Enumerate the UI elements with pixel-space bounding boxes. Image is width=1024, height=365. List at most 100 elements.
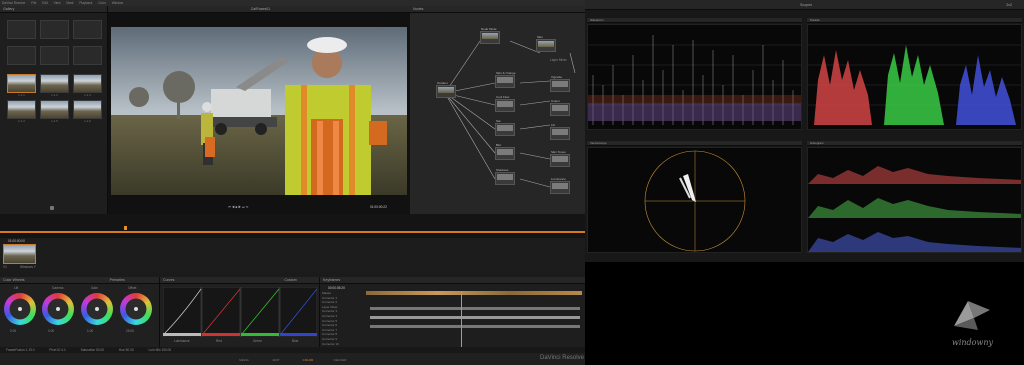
timeline-name[interactable]: CalRoses01 — [251, 7, 271, 11]
layer-mixer-label: Layer Mixer — [550, 58, 567, 62]
vectorscope-graph — [587, 147, 802, 253]
track-label[interactable]: Corrector 10 — [322, 342, 366, 347]
scopes-title: Scopes — [800, 3, 812, 7]
menu-view[interactable]: View — [54, 1, 61, 5]
menu-mark[interactable]: Mark — [66, 1, 73, 5]
node-label: Lift — [551, 123, 556, 127]
gallery-still[interactable]: 1.1.3 — [73, 74, 102, 97]
waveform-scope: Waveform — [587, 18, 802, 133]
menu-color[interactable]: Color — [98, 1, 106, 5]
gallery-empty-slot[interactable] — [7, 46, 36, 65]
node-label: Node Mode — [481, 27, 497, 31]
waveform-graph — [587, 24, 802, 130]
gallery-empty-slot[interactable] — [73, 20, 102, 39]
menu-file[interactable]: File — [31, 1, 36, 5]
node-skin-orange[interactable]: Skin & Orange — [495, 71, 516, 88]
viewer-header: CalRoses01 — [108, 6, 410, 13]
tab-color[interactable]: COLOR — [298, 358, 318, 362]
keyframe-track-bar[interactable] — [370, 307, 580, 310]
node-outdoor[interactable]: Outdoor — [436, 81, 456, 98]
still-label: 1.1.4 — [18, 119, 25, 123]
status-item: FrameFusion 1.19.0 — [6, 348, 35, 352]
tab-edit[interactable]: EDIT — [266, 358, 286, 362]
node-label: Outdoor — [437, 81, 448, 85]
gain-wheel[interactable] — [81, 293, 113, 325]
keyframe-track-list: Master Corrector 1 Corrector 2 Layer Mix… — [322, 291, 366, 347]
node-label: Vignette — [551, 75, 562, 79]
gallery-still[interactable]: 1.1.4 — [7, 100, 36, 123]
viewer-timecode: 01:00:00:22 — [370, 205, 387, 209]
node-editor-panel: Nodes Outdoor Node Mode Skin & Orange Co… — [410, 6, 585, 214]
menu-app[interactable]: DaVinci Resolve — [2, 1, 25, 5]
viewer-panel: CalRoses01 ⏮ ◀ ■ ▶ ⏭ ⟲ 01:00:00:22 — [108, 6, 410, 214]
gamma-wheel[interactable] — [42, 293, 74, 325]
menu-edit[interactable]: Edit — [42, 1, 48, 5]
keyframes-timecode: 00:00:05:20 — [328, 286, 345, 290]
playhead[interactable] — [124, 226, 127, 230]
watermark-logo: windowny — [946, 296, 1006, 356]
curves-mode[interactable]: Custom — [284, 278, 296, 282]
gallery-empty-slot[interactable] — [40, 46, 69, 65]
timeline-ruler[interactable] — [0, 214, 585, 238]
curves-graph[interactable] — [163, 287, 317, 337]
node-label: Sat — [496, 119, 501, 123]
scopes-layout[interactable]: 2x2 — [1006, 0, 1012, 10]
gallery-view-icon[interactable] — [50, 206, 58, 210]
page-bar: MEDIA EDIT COLOR DELIVER DaVinci Resolve — [0, 353, 585, 365]
scopes-window: Scopes 2x2 Waveform Parade Vectorscope H… — [585, 0, 1024, 262]
node-colour[interactable]: Colour — [550, 99, 570, 116]
clip-strip: 01:00:00:00 V1 Windows Y — [0, 238, 585, 272]
gallery-still[interactable]: 1.1.6 — [73, 100, 102, 123]
status-item: Pixel ID 4.1 — [49, 348, 66, 352]
curve-channel-red: Red — [216, 339, 222, 343]
parade-scope: Parade — [807, 18, 1022, 133]
gallery-empty-slot[interactable] — [73, 46, 102, 65]
viewer-frame[interactable] — [111, 27, 407, 195]
clip-track-label: V1 — [3, 265, 7, 269]
node-lift[interactable]: Lift — [550, 123, 570, 140]
resolve-brand: DaVinci Resolve — [540, 355, 584, 361]
node-skin-tones[interactable]: Skin Tones — [550, 150, 570, 167]
offset-wheel[interactable] — [120, 293, 152, 325]
tab-deliver[interactable]: DELIVER — [330, 358, 350, 362]
keyframe-master-bar[interactable] — [366, 291, 582, 295]
gain-value[interactable]: 1.00 — [87, 329, 93, 333]
vectorscope-label: Vectorscope — [587, 141, 802, 146]
lift-value[interactable]: 0.00 — [10, 329, 16, 333]
still-label: 1.1.2 — [51, 93, 58, 97]
keyframe-track-bar[interactable] — [370, 316, 580, 319]
wheel-label-gain: Gain — [91, 286, 98, 290]
gamma-value[interactable]: 0.00 — [48, 329, 54, 333]
gallery-empty-slot[interactable] — [7, 20, 36, 39]
timeline-bar — [0, 231, 585, 233]
gallery-empty-slot[interactable] — [40, 20, 69, 39]
gallery-still[interactable]: 1.1.5 — [40, 100, 69, 123]
scopes-title-bar: Scopes 2x2 — [585, 0, 1024, 10]
node-vignette[interactable]: Vignette — [550, 75, 570, 92]
keyframe-track-bar[interactable] — [370, 325, 580, 328]
node-mode[interactable]: Node Mode — [480, 27, 500, 44]
node-label: Cool Flow — [496, 95, 510, 99]
color-wheels-mode[interactable]: Primaries — [110, 278, 125, 282]
node-blur[interactable]: Blur — [495, 143, 515, 160]
node-cool-flow[interactable]: Cool Flow — [495, 95, 515, 112]
menu-window[interactable]: Window — [112, 1, 123, 5]
lift-wheel[interactable] — [4, 293, 36, 325]
histogram-graph — [807, 147, 1022, 253]
node-skin[interactable]: Skin — [536, 35, 556, 52]
clip-thumbnail[interactable] — [3, 244, 36, 264]
offset-value[interactable]: 25.00 — [126, 329, 134, 333]
node-shadows[interactable]: Shadows — [495, 168, 515, 185]
gallery-still[interactable]: 1.1.1 — [7, 74, 36, 97]
resolve-window: DaVinci Resolve File Edit View Mark Play… — [0, 0, 585, 365]
still-label: 1.1.6 — [84, 119, 91, 123]
node-sat[interactable]: Sat — [495, 119, 515, 136]
menu-playback[interactable]: Playback — [79, 1, 92, 5]
gallery-still[interactable]: 1.1.2 — [40, 74, 69, 97]
clip-timecode: 01:00:00:00 — [8, 239, 25, 243]
tab-media[interactable]: MEDIA — [234, 358, 254, 362]
transport-controls[interactable]: ⏮ ◀ ■ ▶ ⏭ ⟲ — [228, 205, 248, 209]
node-luminance[interactable]: Luminance — [550, 177, 570, 194]
parade-graph — [807, 24, 1022, 130]
keyframe-playhead[interactable] — [461, 291, 462, 347]
